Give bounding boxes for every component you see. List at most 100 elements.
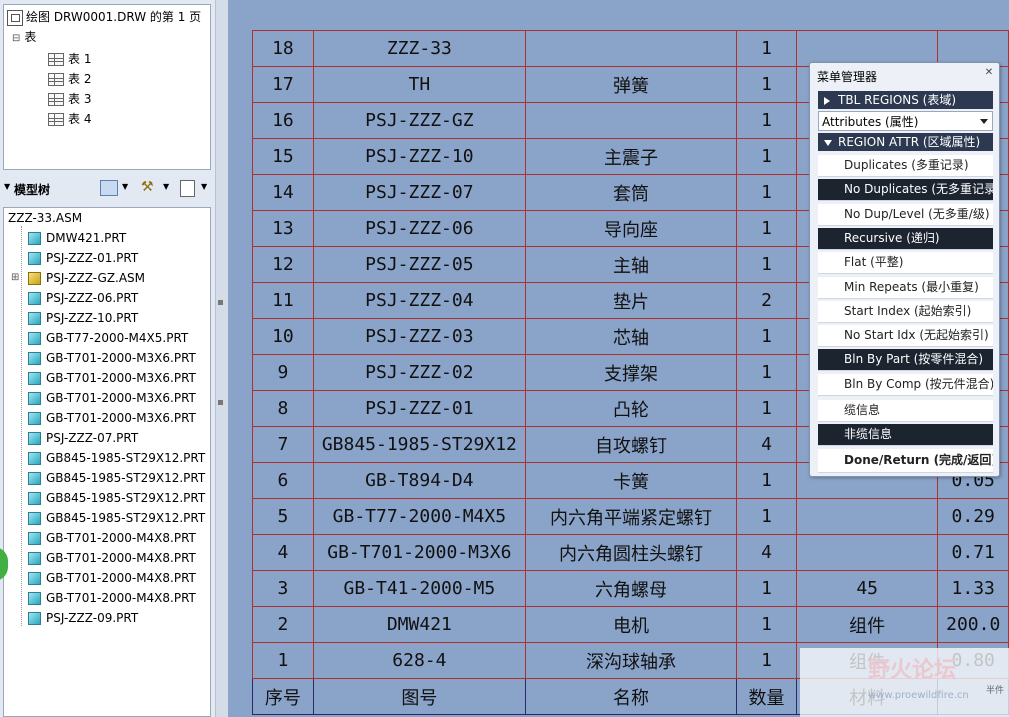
table-item-label: 表 4 (68, 112, 92, 126)
table-cell (795, 498, 939, 535)
table-cell: TH (312, 66, 526, 103)
table-item[interactable]: 表 3 (48, 89, 91, 109)
model-tree-item[interactable]: GB-T77-2000-M4X5.PRT (28, 328, 188, 348)
table-cell: 导向座 (524, 210, 738, 247)
table-cell: 1 (736, 642, 797, 679)
table-cell: 1.33 (937, 570, 1009, 607)
model-tree-item[interactable]: GB-T701-2000-M4X8.PRT (28, 588, 196, 608)
model-tree-item[interactable]: PSJ-ZZZ-01.PRT (28, 248, 138, 268)
part-icon (28, 472, 41, 485)
model-tree-item[interactable]: GB-T701-2000-M3X6.PRT (28, 408, 196, 428)
model-tree-item-label: GB-T77-2000-M4X5.PRT (46, 331, 189, 345)
model-tree-item[interactable]: PSJ-ZZZ-06.PRT (28, 288, 138, 308)
column-header: 序号 (252, 678, 314, 715)
settings-icon[interactable]: ⚒ (141, 179, 154, 195)
table-cell: 2 (252, 606, 314, 643)
table-item[interactable]: 表 2 (48, 69, 91, 89)
dropdown-arrow-icon-3[interactable]: ▼ (201, 182, 207, 191)
table-cell: 628-4 (312, 642, 526, 679)
table-cell: 组件 (795, 606, 939, 643)
table-row[interactable]: 2 DMW421 电机 1 组件 200.0 (252, 606, 1009, 643)
model-tree-item-label: GB-T701-2000-M3X6.PRT (46, 351, 196, 365)
model-tree-item-label: PSJ-ZZZ-09.PRT (46, 611, 139, 625)
model-tree-item[interactable]: PSJ-ZZZ-09.PRT (28, 608, 138, 628)
menu-item[interactable]: Min Repeats (最小重复) (818, 276, 993, 299)
model-root[interactable]: ZZZ-33.ASM (8, 208, 82, 228)
table-cell: PSJ-ZZZ-01 (312, 390, 526, 427)
menu-item[interactable]: Bln By Part (按零件混合) (818, 349, 993, 372)
table-cell (795, 534, 939, 571)
model-tree-item[interactable]: GB-T701-2000-M3X6.PRT (28, 368, 196, 388)
region-attr-header[interactable]: REGION ATTR (区域属性) (818, 133, 993, 151)
model-tree-item[interactable]: GB-T701-2000-M4X8.PRT (28, 528, 196, 548)
model-tree-item[interactable]: PSJ-ZZZ-10.PRT (28, 308, 138, 328)
table-icon (48, 113, 64, 126)
table-row[interactable]: 4 GB-T701-2000-M3X6 内六角圆柱头螺钉 4 0.71 (252, 534, 1009, 571)
table-cell: PSJ-ZZZ-GZ (312, 102, 526, 139)
table-cell: 9 (252, 354, 314, 391)
expand-triangle-icon[interactable]: ▼ (4, 182, 10, 191)
menu-item[interactable]: Bln By Comp (按元件混合) (818, 373, 993, 396)
table-row[interactable]: 3 GB-T41-2000-M5 六角螺母 1 45 1.33 (252, 570, 1009, 607)
table-row[interactable]: 5 GB-T77-2000-M4X5 内六角平端紧定螺钉 1 0.29 (252, 498, 1009, 535)
table-cell: 8 (252, 390, 314, 427)
table-cell: GB-T77-2000-M4X5 (312, 498, 526, 535)
dropdown-arrow-icon[interactable]: ▼ (122, 182, 128, 191)
model-tree-item[interactable]: GB-T701-2000-M4X8.PRT (28, 548, 196, 568)
model-tree-item[interactable]: GB-T701-2000-M3X6.PRT (28, 348, 196, 368)
table-group[interactable]: ⊟ 表 (12, 27, 36, 47)
table-cell: 4 (736, 426, 797, 463)
menu-item[interactable]: No Dup/Level (无多重/级) (818, 203, 993, 226)
table-cell: 10 (252, 318, 314, 355)
table-cell: GB845-1985-ST29X12 (312, 426, 526, 463)
attributes-select[interactable]: Attributes (属性) (818, 111, 993, 131)
model-tree-item[interactable]: ⊞ PSJ-ZZZ-GZ.ASM (11, 268, 145, 288)
table-item-label: 表 2 (68, 72, 92, 86)
model-tree-item[interactable]: GB845-1985-ST29X12.PRT (28, 468, 205, 488)
menu-item[interactable]: Done/Return (完成/返回) (818, 448, 993, 473)
menu-item[interactable]: Start Index (起始索引) (818, 300, 993, 323)
splitter-grip-icon-2[interactable] (218, 400, 223, 405)
tbl-regions-header[interactable]: TBL REGIONS (表域) (818, 91, 993, 109)
model-tree-panel: ZZZ-33.ASM DMW421.PRT PSJ-ZZZ-01.PRT ⊞ PSJ-… (3, 207, 211, 717)
model-tree-item[interactable]: GB845-1985-ST29X12.PRT (28, 488, 205, 508)
table-cell (524, 102, 738, 139)
part-icon (28, 492, 41, 505)
panel-splitter[interactable] (215, 0, 229, 717)
table-cell: 弹簧 (524, 66, 738, 103)
table-item[interactable]: 表 1 (48, 49, 91, 69)
display-icon[interactable] (100, 180, 118, 196)
model-tree-item[interactable]: DMW421.PRT (28, 228, 126, 248)
table-cell: 六角螺母 (524, 570, 738, 607)
menu-item[interactable]: No Start Idx (无起始索引) (818, 325, 993, 348)
menu-item[interactable]: Duplicates (多重记录) (818, 155, 993, 177)
close-icon[interactable]: ✕ (982, 66, 996, 80)
part-icon (28, 292, 41, 305)
expand-icon[interactable]: ⊞ (11, 268, 19, 288)
table-cell: 200.0 (937, 606, 1009, 643)
model-tree-item[interactable]: GB845-1985-ST29X12.PRT (28, 448, 205, 468)
menu-title: 菜单管理器 (817, 70, 878, 84)
model-tree-item[interactable]: GB845-1985-ST29X12.PRT (28, 508, 205, 528)
list-icon[interactable] (180, 180, 195, 197)
model-tree-item[interactable]: PSJ-ZZZ-07.PRT (28, 428, 138, 448)
model-tree-title: 模型树 (14, 183, 51, 197)
menu-item[interactable]: Recursive (递归) (818, 227, 993, 250)
menu-item[interactable]: Flat (平整) (818, 252, 993, 275)
splitter-grip-icon[interactable] (218, 300, 223, 305)
table-item[interactable]: 表 4 (48, 109, 91, 129)
drawing-root[interactable]: 绘图 DRW0001.DRW 的第 1 页 (7, 7, 201, 27)
model-tree-item[interactable]: GB-T701-2000-M3X6.PRT (28, 388, 196, 408)
collapse-icon[interactable]: ⊟ (12, 33, 20, 44)
model-tree-item-label: DMW421.PRT (46, 231, 127, 245)
menu-item[interactable]: 非缆信息 (818, 424, 993, 447)
menu-item[interactable]: 缆信息 (818, 400, 993, 422)
dropdown-arrow-icon-2[interactable]: ▼ (163, 182, 169, 191)
table-cell: 1 (736, 570, 797, 607)
model-tree-item-label: PSJ-ZZZ-01.PRT (46, 251, 139, 265)
menu-item[interactable]: No Duplicates (无多重记录) (818, 179, 993, 202)
model-tree-item-label: GB845-1985-ST29X12.PRT (46, 491, 206, 505)
model-tree-item[interactable]: GB-T701-2000-M4X8.PRT (28, 568, 196, 588)
table-cell: 主震子 (524, 138, 738, 175)
table-cell: 内六角圆柱头螺钉 (524, 534, 738, 571)
